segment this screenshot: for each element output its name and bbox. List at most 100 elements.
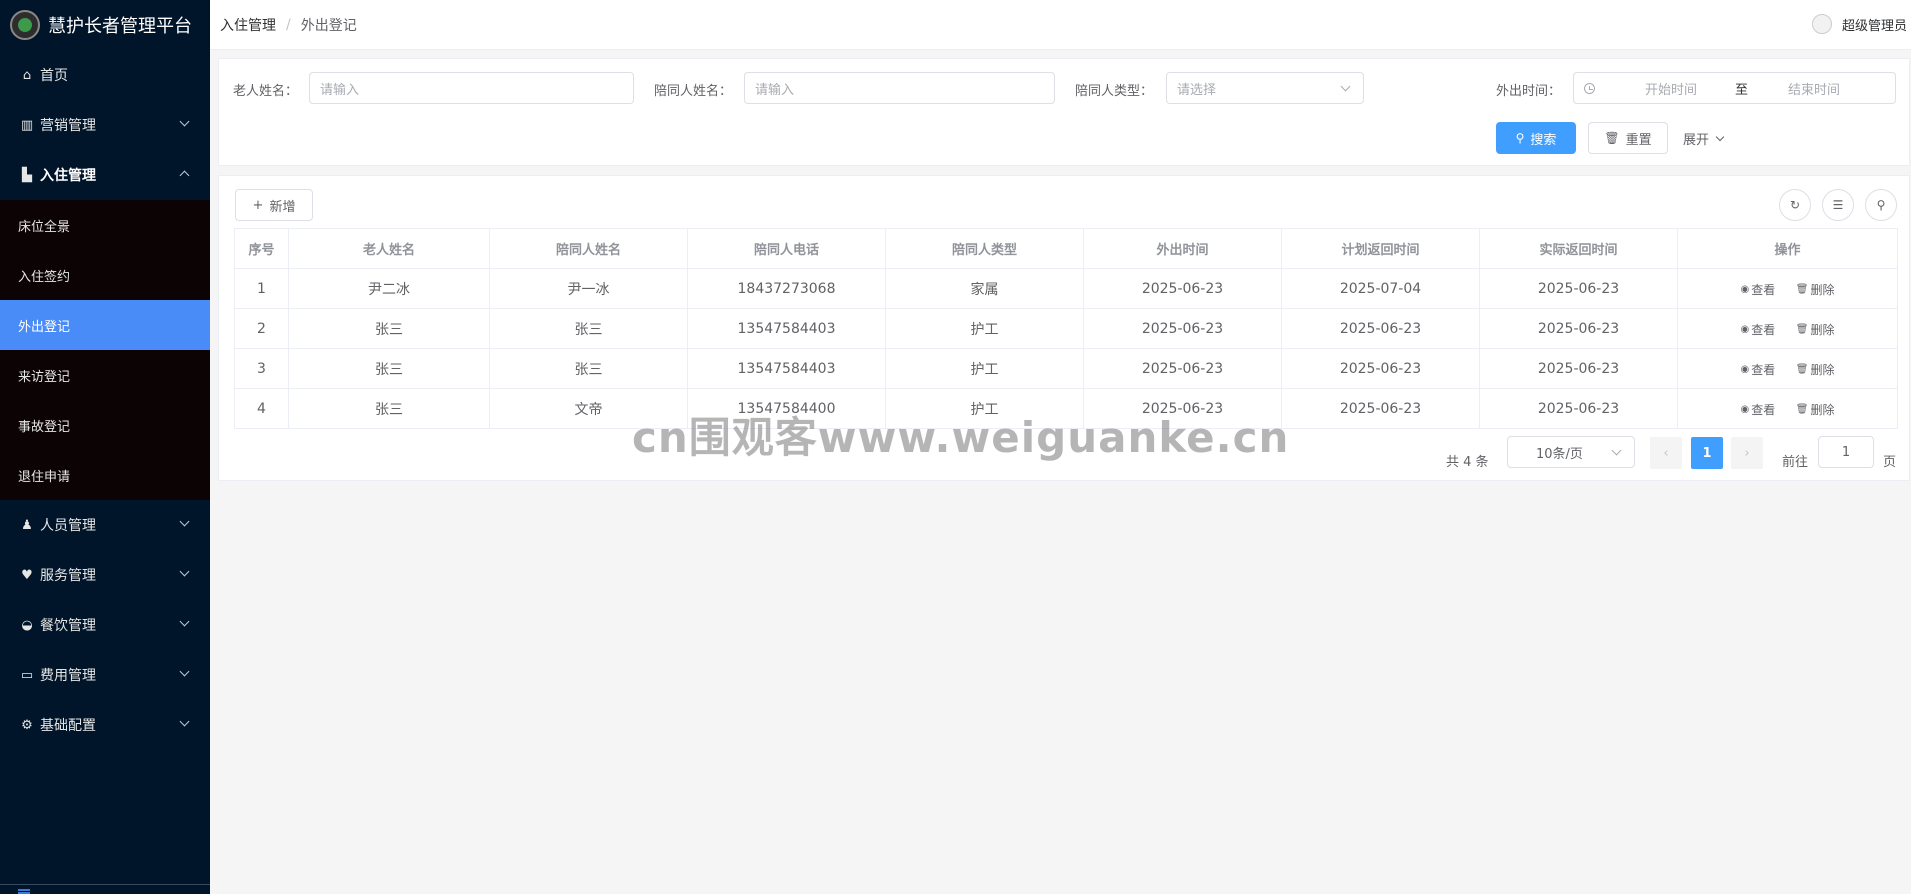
column-settings-button[interactable]: ☰ (1822, 189, 1854, 221)
column-header: 陪同人姓名 (489, 228, 688, 269)
sidebar-item-config[interactable]: ⚙ 基础配置 (0, 700, 210, 750)
column-header: 计划返回时间 (1281, 228, 1480, 269)
prev-page-button[interactable]: ‹ (1650, 437, 1682, 469)
column-header: 实际返回时间 (1479, 228, 1678, 269)
elder-name-input[interactable]: 请输入 (309, 72, 634, 104)
page-size-select[interactable]: 10条/页 (1507, 436, 1635, 468)
cell-actual-return: 2025-06-23 (1479, 388, 1678, 429)
submenu-checkin: 床位全景 入住签约 外出登记 来访登记 事故登记 退住申请 (0, 200, 210, 500)
sidebar-item-service[interactable]: ♥ 服务管理 (0, 550, 210, 600)
delete-button[interactable]: 🗑 删除 (1796, 401, 1835, 418)
delete-button[interactable]: 🗑 删除 (1796, 281, 1835, 298)
submenu-item-checkout-apply[interactable]: 退住申请 (0, 450, 210, 500)
chevron-up-icon (179, 170, 190, 181)
sidebar-item-dining[interactable]: ◒ 餐饮管理 (0, 600, 210, 650)
sidebar-item-staff[interactable]: ♟ 人员管理 (0, 500, 210, 550)
cell-companion-name: 尹一冰 (489, 268, 688, 309)
cell-companion-phone: 13547584403 (687, 308, 886, 349)
expand-toggle[interactable]: 展开 (1683, 129, 1725, 148)
refresh-icon: ↻ (1789, 198, 1801, 212)
page-size-value: 10条/页 (1536, 446, 1583, 462)
logo: 慧护长者管理平台 (0, 0, 210, 50)
sidebar-item-home[interactable]: ⌂ 首页 (0, 50, 210, 100)
table-row: 3 张三 张三 13547584403 护工 2025-06-23 2025-0… (234, 348, 1898, 389)
expand-label: 展开 (1683, 133, 1710, 148)
sidebar-item-label: 餐饮管理 (40, 618, 96, 634)
cell-planned-return: 2025-06-23 (1281, 308, 1480, 349)
page-number[interactable]: 1 (1691, 437, 1723, 469)
companion-name-input[interactable]: 请输入 (744, 72, 1055, 104)
sidebar-item-marketing[interactable]: ▥ 营销管理 (0, 100, 210, 150)
delete-button[interactable]: 🗑 删除 (1796, 321, 1835, 338)
menu-icon (18, 889, 30, 891)
out-time-range-picker[interactable]: 开始时间 至 结束时间 (1573, 72, 1896, 104)
outing-table: 序号 老人姓名 陪同人姓名 陪同人电话 陪同人类型 外出时间 计划返回时间 实际… (234, 228, 1898, 429)
search-button[interactable]: ⚲ 搜索 (1496, 122, 1576, 154)
breadcrumb-item-checkin[interactable]: 入住管理 (220, 15, 276, 35)
cell-elder-name: 张三 (288, 308, 490, 349)
cell-actual-return: 2025-06-23 (1479, 308, 1678, 349)
submenu-item-outing-register[interactable]: 外出登记 (0, 300, 210, 350)
trash-icon: 🗑 (1795, 323, 1809, 335)
sidebar-item-label: 首页 (40, 68, 68, 84)
elder-name-placeholder: 请输入 (320, 82, 360, 98)
trash-icon: 🗑 (1604, 131, 1620, 145)
companion-name-placeholder: 请输入 (755, 82, 795, 98)
bowl-icon: ◒ (21, 617, 33, 633)
view-button[interactable]: ◉ 查看 (1741, 361, 1776, 378)
search-button-label: 搜索 (1530, 132, 1557, 148)
sidebar-item-label: 基础配置 (40, 718, 96, 734)
sidebar-item-fees[interactable]: ▭ 费用管理 (0, 650, 210, 700)
user-name: 超级管理员 (1841, 18, 1907, 34)
cell-planned-return: 2025-06-23 (1281, 388, 1480, 429)
cell-companion-type: 家属 (885, 268, 1084, 309)
cell-index: 1 (234, 268, 289, 309)
elder-name-label: 老人姓名： (233, 84, 299, 99)
sidebar-item-checkin[interactable]: ▙ 入住管理 (0, 150, 210, 200)
toggle-search-button[interactable]: ⚲ (1865, 189, 1897, 221)
trash-icon: 🗑 (1795, 283, 1809, 295)
header: 入住管理 / 外出登记 超级管理员 (210, 0, 1911, 50)
search-icon: ⚲ (1876, 198, 1886, 212)
view-label: 查看 (1751, 402, 1776, 417)
table-row: 1 尹二冰 尹一冰 18437273068 家属 2025-06-23 2025… (234, 268, 1898, 309)
plus-icon: + (252, 197, 264, 213)
user-menu[interactable]: 超级管理员 (1811, 14, 1907, 34)
submenu-item-checkin-contract[interactable]: 入住签约 (0, 250, 210, 300)
cell-actual-return: 2025-06-23 (1479, 348, 1678, 389)
view-button[interactable]: ◉ 查看 (1741, 321, 1776, 338)
goto-page-input[interactable]: 1 (1818, 436, 1874, 468)
next-page-button[interactable]: › (1731, 437, 1763, 469)
column-header: 操作 (1677, 228, 1898, 269)
end-time-placeholder: 结束时间 (1788, 82, 1841, 98)
chevron-right-icon: › (1744, 445, 1750, 461)
view-button[interactable]: ◉ 查看 (1741, 281, 1776, 298)
building-icon: ▙ (22, 167, 32, 183)
reset-button[interactable]: 🗑 重置 (1588, 122, 1668, 154)
submenu-item-visit-register[interactable]: 来访登记 (0, 350, 210, 400)
companion-type-select[interactable]: 请选择 (1166, 72, 1364, 104)
chevron-down-icon (179, 666, 190, 677)
sidebar-collapse-toggle[interactable] (0, 884, 210, 894)
out-time-label: 外出时间： (1496, 84, 1562, 99)
view-button[interactable]: ◉ 查看 (1741, 401, 1776, 418)
eye-icon: ◉ (1740, 283, 1750, 295)
submenu-item-bed-overview[interactable]: 床位全景 (0, 200, 210, 250)
chevron-down-icon (1340, 81, 1351, 92)
submenu-item-accident-register[interactable]: 事故登记 (0, 400, 210, 450)
table-row: 2 张三 张三 13547584403 护工 2025-06-23 2025-0… (234, 308, 1898, 349)
view-label: 查看 (1751, 362, 1776, 377)
sidebar-item-label: 人员管理 (40, 518, 96, 534)
delete-button[interactable]: 🗑 删除 (1796, 361, 1835, 378)
chevron-down-icon (179, 716, 190, 727)
app-title: 慧护长者管理平台 (48, 16, 192, 37)
avatar (1811, 14, 1832, 34)
refresh-button[interactable]: ↻ (1779, 189, 1811, 221)
cell-actions: ◉ 查看 🗑 删除 (1677, 348, 1898, 389)
add-button[interactable]: + 新增 (235, 189, 313, 221)
view-label: 查看 (1751, 322, 1776, 337)
cell-actual-return: 2025-06-23 (1479, 268, 1678, 309)
column-header: 序号 (234, 228, 289, 269)
cell-index: 2 (234, 308, 289, 349)
eye-icon: ◉ (1740, 323, 1750, 335)
